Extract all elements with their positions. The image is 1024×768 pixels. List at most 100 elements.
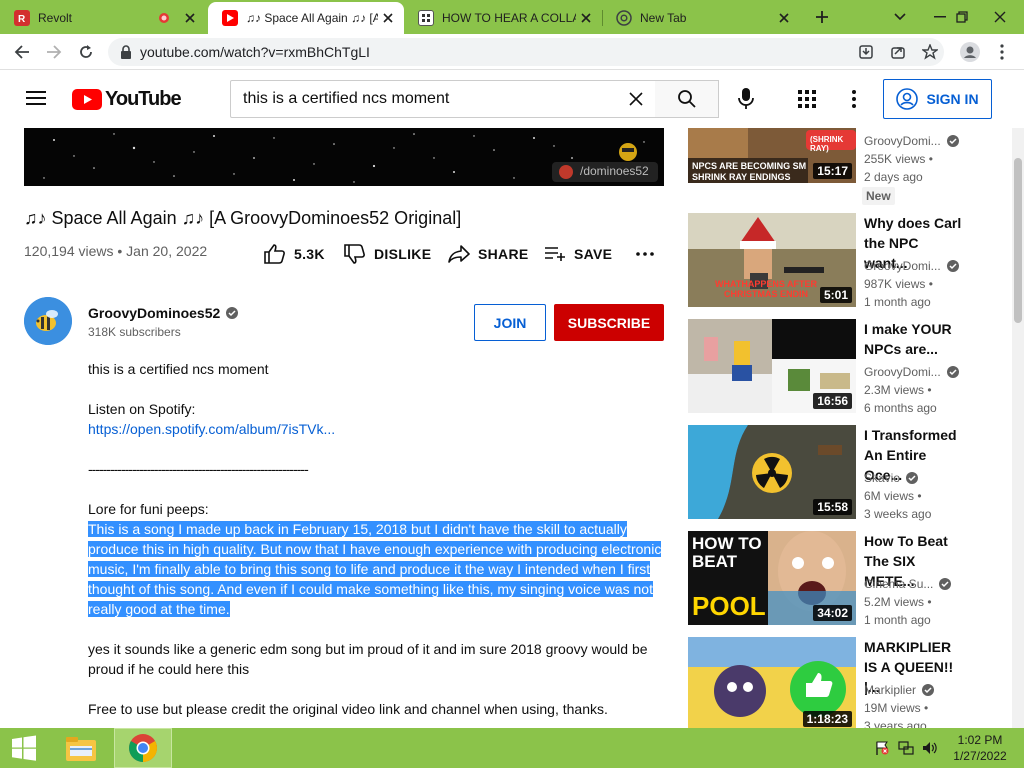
video-thumbnail[interactable]: 16:56 [688,319,856,413]
recommended-video[interactable]: (SHRINK RAY) NPCS ARE BECOMING SM SHRINK… [688,128,1008,186]
video-player[interactable]: /dominoes52 [24,128,664,186]
tab-space-all-again[interactable]: ♫♪ Space All Again ♫♪ [A [208,2,404,34]
rec-age: 6 months ago [864,401,937,415]
youtube-play-logo-icon [72,89,102,110]
video-duration: 1:18:23 [802,711,852,727]
video-thumbnail[interactable]: 15:58 [688,425,856,519]
profile-avatar-icon[interactable] [956,38,984,66]
close-tab-icon[interactable] [774,8,794,28]
more-actions-icon[interactable] [636,252,654,256]
share-arrow-icon [448,245,470,263]
share-page-icon[interactable] [884,38,912,66]
rec-channel-name: GroovyDomi... [864,134,941,148]
join-button[interactable]: JOIN [474,304,546,341]
volume-icon[interactable] [920,728,940,768]
tab-revolt[interactable]: R Revolt [0,2,206,34]
new-tab-plus-icon[interactable] [802,0,842,34]
windows-start-icon[interactable] [0,728,48,768]
verified-check-icon [906,472,919,484]
youtube-favicon-icon [222,10,238,26]
close-window-icon[interactable] [980,0,1020,34]
rec-age: 3 weeks ago [864,507,932,521]
clear-search-icon[interactable] [629,92,643,106]
dislike-button[interactable]: DISLIKE [344,240,431,268]
sign-in-label: SIGN IN [926,91,979,107]
system-clock[interactable]: 1:02 PM 1/27/2022 [944,732,1016,764]
verified-check-icon [946,366,959,378]
rec-channel-row: Cinema Su... [864,577,952,591]
apps-grid-icon[interactable] [798,90,816,108]
bee-avatar-icon [24,297,72,345]
browser-menu-icon[interactable] [988,38,1016,66]
youtube-header: YouTube this is a certified ncs moment S… [0,70,1024,128]
lock-icon[interactable] [120,45,132,59]
search-input[interactable]: this is a certified ncs moment [230,80,656,118]
recording-dot-icon [154,8,174,28]
close-tab-icon[interactable] [378,8,398,28]
rec-age: 1 month ago [864,295,931,309]
selected-text: This is a song I made up back in Februar… [88,521,627,537]
rec-views: 255K views • [864,152,933,166]
video-thumbnail[interactable]: HOW TO BEAT POOL 34:02 [688,531,856,625]
description-line: proud if he could here this [88,661,250,677]
subscribe-button[interactable]: SUBSCRIBE [554,304,664,341]
hamburger-menu-icon[interactable] [26,90,46,106]
close-tab-icon[interactable] [180,8,200,28]
rec-channel-row: GroovyDomi... [864,365,959,379]
restore-icon[interactable] [942,0,982,34]
tab-search-chevron-icon[interactable] [880,0,920,34]
action-center-flag-icon[interactable] [872,728,892,768]
video-duration: 34:02 [813,605,852,621]
verified-check-icon [946,135,959,147]
tab-new-tab[interactable]: New Tab [602,2,800,34]
page-scrollbar[interactable] [1012,128,1024,728]
description-line: this is a certified ncs moment [88,361,269,377]
save-label: SAVE [574,246,613,262]
tab-how-to-hear[interactable]: HOW TO HEAR A COLLA [404,2,602,34]
youtube-logo[interactable]: YouTube [72,88,182,111]
sign-in-button[interactable]: SIGN IN [883,79,992,119]
tab-title: New Tab [640,11,687,25]
video-thumbnail[interactable]: 1:18:23 [688,637,856,728]
microphone-icon[interactable] [736,87,756,111]
network-icon[interactable] [896,728,916,768]
channel-avatar[interactable] [24,297,72,345]
rec-views: 987K views • [864,277,933,291]
back-arrow-icon[interactable] [8,38,36,66]
clock-date: 1/27/2022 [953,749,1007,763]
address-bar[interactable]: youtube.com/watch?v=rxmBhChTgLI [108,38,944,66]
like-button[interactable]: 5.3K [264,240,325,268]
search-button[interactable] [655,80,719,118]
recommended-video[interactable]: HOW TO BEAT POOL 34:02 How To Beat The S… [688,531,1008,627]
video-meta: 120,194 views • Jan 20, 2022 [24,243,208,259]
rec-channel-name: GroovyDomi... [864,365,941,379]
reload-icon[interactable] [72,38,100,66]
recommended-video[interactable]: 15:58 I Transformed An Entire Oce... Ska… [688,425,1008,521]
scrollbar-thumb[interactable] [1014,158,1022,323]
description-line: yes it sounds like a generic edm song bu… [88,641,648,657]
spotify-link[interactable]: https://open.spotify.com/album/7isTVk... [88,419,668,439]
file-explorer-icon[interactable] [56,728,106,768]
description-separator: ----------------------------------------… [88,461,309,477]
install-app-icon[interactable] [852,38,880,66]
dislike-label: DISLIKE [374,246,432,262]
video-thumbnail[interactable]: (SHRINK RAY) NPCS ARE BECOMING SM SHRINK… [688,128,856,183]
chrome-taskbar-icon[interactable] [114,728,172,768]
rec-age: 1 month ago [864,613,931,627]
video-duration: 16:56 [813,393,852,409]
video-title: ♫♪ Space All Again ♫♪ [A GroovyDominoes5… [24,208,462,228]
share-button[interactable]: SHARE [448,240,529,268]
account-circle-icon [896,88,919,110]
channel-name: GroovyDominoes52 [88,305,221,321]
channel-name-row[interactable]: GroovyDominoes52 [88,305,239,321]
more-options-icon[interactable] [852,90,856,108]
close-tab-icon[interactable] [576,8,596,28]
forward-arrow-icon[interactable] [40,38,68,66]
bookmark-star-icon[interactable] [916,38,944,66]
recommended-video[interactable]: WHATHAPPENS AFTER CHRISTMAS ENDIN 5:01 W… [688,213,1008,309]
subscriber-count: 318K subscribers [88,325,181,339]
save-button[interactable]: SAVE [544,240,612,268]
recommended-video[interactable]: 16:56 I make YOUR NPCs are... GroovyDomi… [688,319,1008,415]
video-thumbnail[interactable]: WHATHAPPENS AFTER CHRISTMAS ENDIN 5:01 [688,213,856,307]
recommended-video[interactable]: 1:18:23 MARKIPLIER IS A QUEEN!! |... Mar… [688,637,1008,728]
